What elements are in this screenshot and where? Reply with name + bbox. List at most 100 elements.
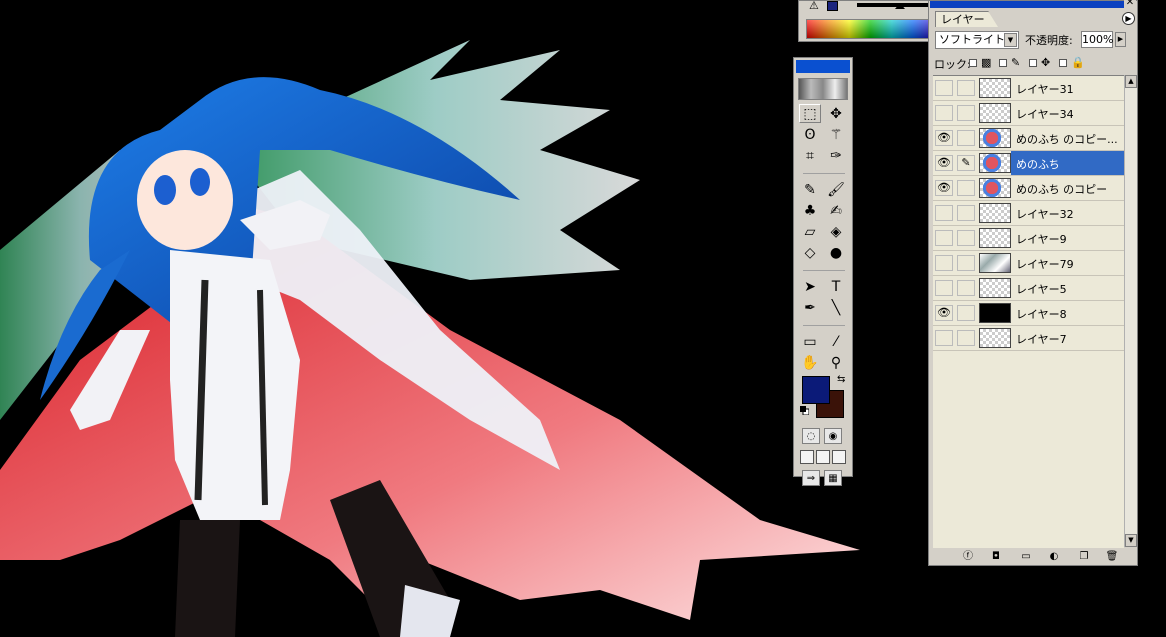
- blur-tool-icon[interactable]: ◇: [799, 243, 821, 262]
- layer-thumbnail[interactable]: [979, 178, 1011, 198]
- opacity-input[interactable]: 100%: [1081, 31, 1113, 48]
- layer-thumbnail[interactable]: [979, 78, 1011, 98]
- notes-tool-icon[interactable]: ▭: [799, 332, 821, 351]
- visibility-eye-icon[interactable]: [935, 230, 953, 246]
- default-colors-icon[interactable]: [800, 406, 809, 415]
- link-toggle[interactable]: [957, 180, 975, 196]
- layer-thumbnail[interactable]: [979, 128, 1011, 148]
- crop-tool-icon[interactable]: ⌗: [799, 146, 821, 165]
- visibility-eye-icon[interactable]: 👁: [935, 155, 953, 171]
- blend-mode-select[interactable]: ソフトライト ▼: [935, 31, 1019, 49]
- brush-link-icon[interactable]: ✎: [957, 155, 975, 171]
- adjustment-layer-icon[interactable]: ◐: [1047, 550, 1061, 563]
- slice-tool-icon[interactable]: ✑: [825, 146, 847, 165]
- standard-screen-icon[interactable]: [800, 450, 814, 464]
- layer-name[interactable]: めのふち: [1016, 156, 1124, 172]
- lock-transparency-checkbox[interactable]: [969, 59, 977, 67]
- layer-row[interactable]: レイヤー34: [933, 101, 1124, 126]
- visibility-eye-icon[interactable]: [935, 205, 953, 221]
- path-selection-tool-icon[interactable]: ➤: [799, 277, 821, 296]
- layers-panel-title-bar[interactable]: ✕: [930, 0, 1136, 8]
- eraser-tool-icon[interactable]: ▱: [799, 222, 821, 241]
- visibility-eye-icon[interactable]: [935, 80, 953, 96]
- link-toggle[interactable]: [957, 105, 975, 121]
- trash-icon[interactable]: 🗑: [1105, 550, 1119, 563]
- layer-name[interactable]: レイヤー7: [1016, 331, 1124, 347]
- paint-bucket-tool-icon[interactable]: ◈: [825, 222, 847, 241]
- brush-tool-icon[interactable]: 🖌: [825, 180, 847, 199]
- link-toggle[interactable]: [957, 205, 975, 221]
- lock-all-checkbox[interactable]: [1059, 59, 1067, 67]
- layer-row[interactable]: レイヤー5: [933, 276, 1124, 301]
- layer-thumbnail[interactable]: [979, 153, 1011, 173]
- visibility-eye-icon[interactable]: 👁: [935, 180, 953, 196]
- link-toggle[interactable]: [957, 130, 975, 146]
- layer-name[interactable]: レイヤー34: [1016, 106, 1124, 122]
- visibility-eye-icon[interactable]: [935, 105, 953, 121]
- clone-stamp-tool-icon[interactable]: ♣: [799, 201, 821, 220]
- link-toggle[interactable]: [957, 230, 975, 246]
- hand-tool-icon[interactable]: ✋: [799, 353, 821, 372]
- toolbox-logo[interactable]: [798, 78, 848, 100]
- layer-name[interactable]: レイヤー5: [1016, 281, 1124, 297]
- layer-name[interactable]: レイヤー32: [1016, 206, 1124, 222]
- dodge-tool-icon[interactable]: ●: [825, 243, 847, 262]
- layer-row[interactable]: 👁 めのふち のコピー: [933, 176, 1124, 201]
- color-swatch[interactable]: [827, 1, 838, 11]
- panel-menu-icon[interactable]: ▶: [1122, 12, 1135, 25]
- quick-mask-mode-icon[interactable]: ◉: [824, 428, 842, 444]
- standard-mode-icon[interactable]: ◌: [802, 428, 820, 444]
- full-screen-menu-icon[interactable]: [816, 450, 830, 464]
- layer-name[interactable]: レイヤー9: [1016, 231, 1124, 247]
- layer-name[interactable]: レイヤー31: [1016, 81, 1124, 97]
- link-toggle[interactable]: [957, 330, 975, 346]
- visibility-eye-icon[interactable]: 👁: [935, 130, 953, 146]
- jump-to-imageready-icon[interactable]: ⇒: [802, 470, 820, 486]
- move-tool-icon[interactable]: ✥: [825, 104, 847, 123]
- type-tool-icon[interactable]: T: [825, 277, 847, 296]
- layer-thumbnail[interactable]: [979, 228, 1011, 248]
- layer-thumbnail[interactable]: [979, 278, 1011, 298]
- close-icon[interactable]: ✕: [1124, 0, 1136, 8]
- layer-thumbnail[interactable]: [979, 203, 1011, 223]
- layer-name[interactable]: めのふち のコピー...: [1016, 131, 1124, 147]
- foreground-color-swatch[interactable]: [802, 376, 830, 404]
- layer-row[interactable]: 👁 レイヤー8: [933, 301, 1124, 326]
- layer-name[interactable]: レイヤー79: [1016, 256, 1124, 272]
- marquee-tool-icon[interactable]: ⬚: [799, 104, 821, 123]
- layer-row[interactable]: レイヤー9: [933, 226, 1124, 251]
- full-screen-icon[interactable]: [832, 450, 846, 464]
- zoom-tool-icon[interactable]: ⚲: [825, 353, 847, 372]
- layer-row[interactable]: レイヤー32: [933, 201, 1124, 226]
- layer-row[interactable]: 👁 ✎ めのふち: [933, 151, 1124, 176]
- link-toggle[interactable]: [957, 255, 975, 271]
- layer-thumbnail[interactable]: [979, 253, 1011, 273]
- new-set-icon[interactable]: ▭: [1019, 550, 1033, 563]
- layer-style-icon[interactable]: ⓕ: [961, 550, 975, 563]
- scroll-down-icon[interactable]: ▼: [1125, 534, 1137, 547]
- lock-position-checkbox[interactable]: [1029, 59, 1037, 67]
- link-toggle[interactable]: [957, 80, 975, 96]
- tab-layers[interactable]: レイヤー: [935, 11, 998, 27]
- link-toggle[interactable]: [957, 280, 975, 296]
- history-brush-tool-icon[interactable]: ✍: [825, 201, 847, 220]
- lasso-tool-icon[interactable]: ʘ: [799, 125, 821, 144]
- layer-row[interactable]: レイヤー7: [933, 326, 1124, 351]
- color-slider-track[interactable]: [857, 3, 931, 7]
- chevron-down-icon[interactable]: ▼: [1004, 33, 1017, 47]
- new-layer-icon[interactable]: ❐: [1077, 550, 1091, 563]
- warning-icon[interactable]: ⚠: [809, 1, 819, 11]
- visibility-eye-icon[interactable]: [935, 330, 953, 346]
- layers-scrollbar[interactable]: ▲ ▼: [1124, 75, 1137, 547]
- opacity-slider-arrow-icon[interactable]: ▶: [1115, 32, 1126, 47]
- layer-row[interactable]: 👁 めのふち のコピー...: [933, 126, 1124, 151]
- visibility-eye-icon[interactable]: 👁: [935, 305, 953, 321]
- eyedropper-tool-icon[interactable]: ⁄: [825, 332, 847, 351]
- pen-tool-icon[interactable]: ✒: [799, 298, 821, 317]
- toolbox-title-bar[interactable]: [796, 60, 850, 73]
- layer-thumbnail[interactable]: [979, 303, 1011, 323]
- jump-to-imageready-2-icon[interactable]: ▦: [824, 470, 842, 486]
- layer-row[interactable]: レイヤー31: [933, 76, 1124, 101]
- lock-image-checkbox[interactable]: [999, 59, 1007, 67]
- link-toggle[interactable]: [957, 305, 975, 321]
